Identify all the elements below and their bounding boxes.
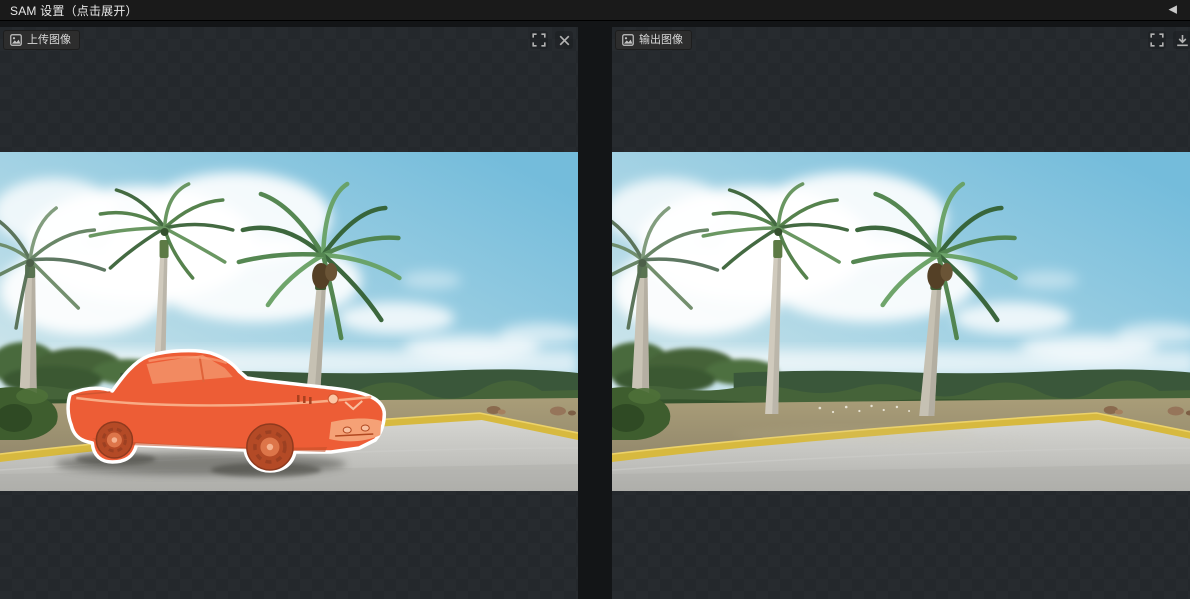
- sam-settings-accordion[interactable]: SAM 设置（点击展开） ◀: [0, 0, 1190, 21]
- output-image-label-tag: 输出图像: [615, 30, 692, 50]
- close-icon: [558, 34, 571, 47]
- upload-image-label: 上传图像: [27, 35, 71, 46]
- upload-image-panel: 上传图像: [0, 27, 578, 599]
- fullscreen-button[interactable]: [530, 31, 548, 49]
- download-button[interactable]: [1173, 31, 1190, 49]
- photo-scene-inpainted: [612, 152, 1190, 491]
- fullscreen-button[interactable]: [1148, 31, 1166, 49]
- output-image-label: 输出图像: [639, 35, 683, 46]
- image-icon: [622, 34, 634, 46]
- upload-image-label-tag: 上传图像: [3, 30, 80, 50]
- output-image-tools: [1148, 31, 1190, 49]
- clear-image-button[interactable]: [555, 31, 573, 49]
- download-icon: [1176, 34, 1189, 47]
- accordion-title: SAM 设置（点击展开）: [10, 2, 138, 19]
- image-icon: [10, 34, 22, 46]
- uploaded-image[interactable]: [0, 152, 578, 491]
- output-image-panel: 输出图像: [612, 27, 1190, 599]
- accordion-collapse-icon[interactable]: ◀: [1169, 4, 1177, 15]
- sam-app-page: { "topbar": { "title": "SAM 设置（点击展开）", "…: [0, 0, 1190, 599]
- fullscreen-icon: [532, 33, 546, 47]
- output-image: [612, 152, 1190, 491]
- upload-image-tools: [530, 31, 573, 49]
- fullscreen-icon: [1150, 33, 1164, 47]
